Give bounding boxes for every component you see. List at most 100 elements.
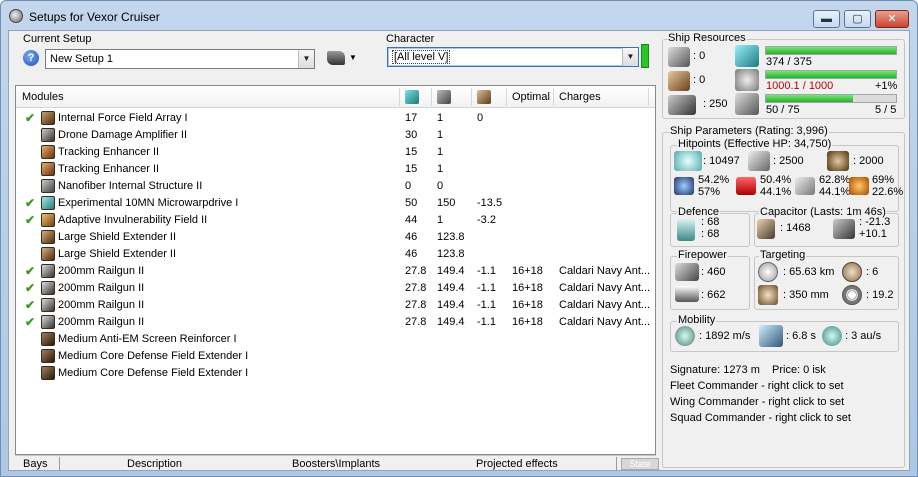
module-powergrid: 123.8 <box>437 248 465 260</box>
warp-icon <box>822 326 842 346</box>
module-icon <box>41 264 55 278</box>
tab-projected-effects[interactable]: Projected effects <box>476 458 558 470</box>
module-name: Large Shield Extender II <box>58 231 177 243</box>
module-row[interactable]: ✔ Adaptive Invulnerability Field II 44 1 -3.… <box>16 212 655 229</box>
module-row[interactable]: Drone Damage Amplifier II 30 1 <box>16 127 655 144</box>
warp-speed: : 3 au/s <box>845 330 882 342</box>
character-select[interactable]: [All level V] ▼ <box>387 47 639 67</box>
squad-commander[interactable]: Squad Commander - right click to set <box>670 412 851 424</box>
module-row[interactable]: Large Shield Extender II 46 123.8 <box>16 246 655 263</box>
module-charges[interactable]: Caldari Navy Ant... <box>559 316 651 328</box>
chevron-down-icon: ▼ <box>298 50 314 68</box>
active-check-icon[interactable]: ✔ <box>25 264 35 278</box>
module-powergrid: 149.4 <box>437 299 465 311</box>
sensor-strength-icon <box>842 285 862 305</box>
close-button[interactable]: ✕ <box>875 10 909 28</box>
em-resist-a: 54.2% <box>698 174 730 186</box>
capacitor-column-icon[interactable] <box>477 90 491 104</box>
module-icon <box>41 230 55 244</box>
wing-commander[interactable]: Wing Commander - right click to set <box>670 396 844 408</box>
thermal-resist-a: 50.4% <box>760 174 792 186</box>
tab-description[interactable]: Description <box>127 458 182 470</box>
explosive-resist-a: 69% <box>872 174 895 186</box>
module-powergrid: 123.8 <box>437 231 465 243</box>
module-icon <box>41 281 55 295</box>
powergrid-bar <box>765 70 897 79</box>
kinetic-resist-b: 44.1% <box>819 186 851 198</box>
module-powergrid: 1 <box>437 214 444 226</box>
module-icon <box>41 213 55 227</box>
module-capacitor: 0 <box>477 112 484 124</box>
module-row[interactable]: ✔ 200mm Railgun II 27.8 149.4 -1.1 16+18 Calda… <box>16 263 655 280</box>
cpu-column-icon[interactable] <box>405 90 419 104</box>
state-button[interactable]: State <box>621 458 659 470</box>
module-icon <box>41 196 55 210</box>
module-icon <box>41 332 55 346</box>
module-name: Internal Force Field Array I <box>58 112 188 124</box>
ship-dropdown-chevron-icon[interactable]: ▼ <box>349 53 357 62</box>
powergrid-icon <box>735 69 759 91</box>
module-charges[interactable]: Caldari Navy Ant... <box>559 299 651 311</box>
fleet-commander[interactable]: Fleet Commander - right click to set <box>670 380 844 392</box>
module-row[interactable]: Tracking Enhancer II 15 1 <box>16 161 655 178</box>
module-name: 200mm Railgun II <box>58 265 145 277</box>
module-cpu: 27.8 <box>405 316 427 328</box>
module-charges[interactable]: Caldari Navy Ant... <box>559 282 651 294</box>
thermal-resist-icon <box>736 177 756 195</box>
active-check-icon[interactable]: ✔ <box>25 298 35 312</box>
ship-icon[interactable] <box>327 51 345 65</box>
thermal-resist-b: 44.1% <box>760 186 792 198</box>
modules-column-header[interactable]: Modules <box>22 91 64 103</box>
module-icon <box>41 162 55 176</box>
kinetic-resist-icon <box>795 177 815 195</box>
powergrid-column-icon[interactable] <box>437 90 451 104</box>
active-check-icon[interactable]: ✔ <box>25 111 35 125</box>
module-icon <box>41 145 55 159</box>
kinetic-resist-a: 62.8% <box>819 174 851 186</box>
module-row[interactable]: ✔ 200mm Railgun II 27.8 149.4 -1.1 16+18 Calda… <box>16 280 655 297</box>
bottom-tabs: Bays Description Boosters\Implants Proje… <box>15 455 659 472</box>
module-row[interactable]: ✔ Internal Force Field Array I 17 1 0 <box>16 110 655 127</box>
optimal-column-header[interactable]: Optimal <box>512 91 550 103</box>
powergrid-value: 1000.1 / 1000 <box>766 80 834 92</box>
module-optimal: 16+18 <box>512 316 543 328</box>
module-icon <box>41 247 55 261</box>
modules-list[interactable]: Modules Optimal Charges ✔ Internal Force … <box>15 85 656 455</box>
maximize-button[interactable]: ▢ <box>844 10 871 28</box>
module-row[interactable]: Medium Anti-EM Screen Reinforcer I <box>16 331 655 348</box>
capacitor-icon <box>757 219 775 239</box>
client-area: Current Setup ? New Setup 1 ▼ ▼ Characte… <box>8 30 910 471</box>
help-icon[interactable]: ? <box>23 50 39 66</box>
module-row[interactable]: Large Shield Extender II 46 123.8 <box>16 229 655 246</box>
module-charges[interactable]: Caldari Navy Ant... <box>559 265 651 277</box>
active-check-icon[interactable]: ✔ <box>25 196 35 210</box>
module-icon <box>41 179 55 193</box>
drone-bandwidth-icon <box>735 93 759 115</box>
shield-hp: : 10497 <box>703 155 740 167</box>
module-row[interactable]: Tracking Enhancer II 15 1 <box>16 144 655 161</box>
module-row[interactable]: ✔ 200mm Railgun II 27.8 149.4 -1.1 16+18 Calda… <box>16 297 655 314</box>
module-capacitor: -1.1 <box>477 299 496 311</box>
active-check-icon[interactable]: ✔ <box>25 315 35 329</box>
minimize-button[interactable]: ▬ <box>813 10 840 28</box>
active-check-icon[interactable]: ✔ <box>25 213 35 227</box>
active-check-icon[interactable]: ✔ <box>25 281 35 295</box>
mobility-label: Mobility <box>677 314 717 326</box>
title-bar: Setups for Vexor Cruiser ▬ ▢ ✕ <box>1 1 917 29</box>
capacitor-recharge-icon <box>833 219 855 239</box>
ship-resources-label: Ship Resources <box>667 32 747 44</box>
module-row[interactable]: Nanofiber Internal Structure II 0 0 <box>16 178 655 195</box>
module-row[interactable]: Medium Core Defense Field Extender I <box>16 365 655 382</box>
tab-bays[interactable]: Bays <box>23 458 47 470</box>
tab-boosters-implants[interactable]: Boosters\Implants <box>292 458 380 470</box>
em-resist-icon <box>674 177 694 195</box>
setup-select[interactable]: New Setup 1 ▼ <box>45 49 315 69</box>
module-row[interactable]: ✔ Experimental 10MN Microwarpdrive I 50 150… <box>16 195 655 212</box>
module-row[interactable]: ✔ 200mm Railgun II 27.8 149.4 -1.1 16+18 Calda… <box>16 314 655 331</box>
chevron-down-icon: ▼ <box>622 48 638 66</box>
charges-column-header[interactable]: Charges <box>559 91 601 103</box>
module-name: Medium Core Defense Field Extender I <box>58 350 249 362</box>
defence-b: : 68 <box>701 228 720 240</box>
module-row[interactable]: Medium Core Defense Field Extender I <box>16 348 655 365</box>
module-powergrid: 1 <box>437 112 444 124</box>
